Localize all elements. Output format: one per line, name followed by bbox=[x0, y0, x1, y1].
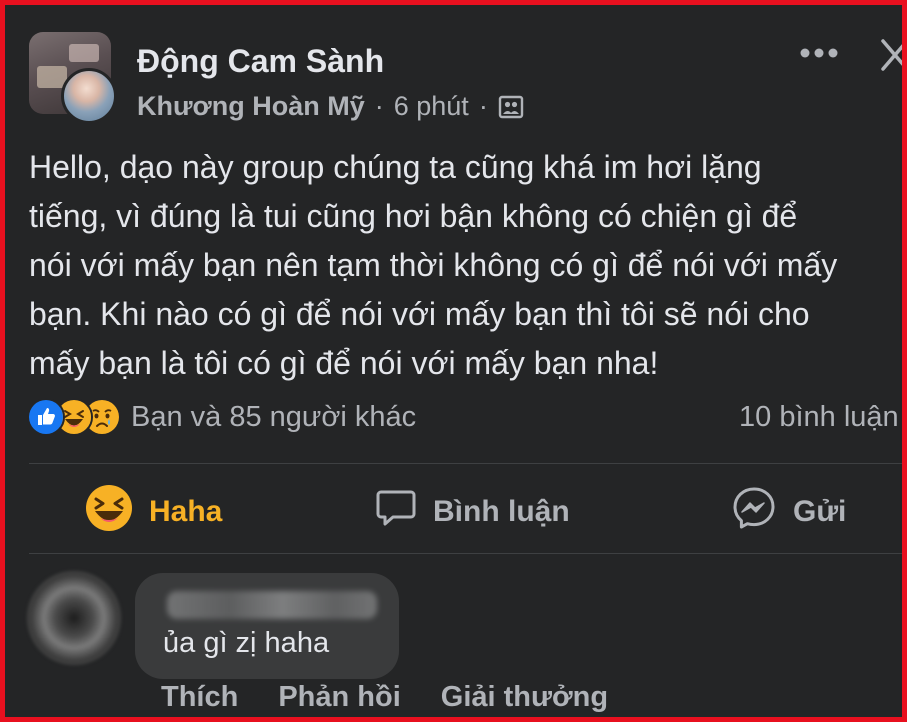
post-meta: Khương Hoàn Mỹ · 6 phút · bbox=[137, 91, 524, 122]
post-text-line: Hello, dạo này group chúng ta cũng khá i… bbox=[29, 149, 762, 185]
author-name[interactable]: Khương Hoàn Mỹ bbox=[137, 91, 365, 122]
post-body: Hello, dạo này group chúng ta cũng khá i… bbox=[29, 143, 902, 388]
haha-label: Haha bbox=[149, 495, 223, 528]
comment-label: Bình luận bbox=[433, 495, 570, 528]
group-name[interactable]: Động Cam Sành bbox=[137, 43, 384, 80]
meta-separator: · bbox=[374, 91, 384, 121]
more-icon[interactable] bbox=[797, 41, 841, 65]
meta-separator-2: · bbox=[478, 91, 488, 121]
comment-text: ủa gì zị haha bbox=[163, 627, 330, 659]
post-card: Động Cam Sành Khương Hoàn Mỹ · 6 phút · bbox=[5, 5, 902, 717]
commenter-avatar[interactable] bbox=[27, 571, 121, 665]
post-text-line: mấy bạn là tôi có gì để nói với mấy bạn … bbox=[29, 345, 659, 381]
haha-icon bbox=[85, 484, 133, 540]
comment-icon bbox=[375, 487, 417, 537]
reaction-summary[interactable]: Bạn và 85 người khác bbox=[131, 401, 416, 434]
comment-reply-button[interactable]: Phản hồi bbox=[278, 681, 400, 714]
comment-actions: Thích Phản hồi Giải thưởng bbox=[161, 681, 608, 714]
divider bbox=[29, 463, 902, 464]
send-button[interactable]: Gửi bbox=[731, 487, 846, 537]
reaction-bar[interactable]: Bạn và 85 người khác bbox=[27, 397, 416, 437]
post-text-line: tiếng, vì đúng là tui cũng hơi bận không… bbox=[29, 198, 798, 234]
comment-button[interactable]: Bình luận bbox=[375, 487, 570, 537]
comment-count[interactable]: 10 bình luận bbox=[739, 401, 899, 434]
divider bbox=[29, 553, 902, 554]
post-text-line: nói với mấy bạn nên tạm thời không có gì… bbox=[29, 247, 838, 283]
post-time[interactable]: 6 phút bbox=[394, 91, 469, 122]
members-icon bbox=[498, 94, 524, 120]
close-icon[interactable] bbox=[877, 35, 902, 75]
author-avatar[interactable] bbox=[61, 68, 117, 124]
commenter-name-blurred[interactable] bbox=[167, 591, 377, 619]
comment-like-button[interactable]: Thích bbox=[161, 681, 238, 714]
post-text-line: bạn. Khi nào có gì để nói với mấy bạn th… bbox=[29, 296, 810, 332]
send-label: Gửi bbox=[793, 495, 847, 528]
comment-bubble: ủa gì zị haha bbox=[135, 573, 399, 679]
comment-award-button[interactable]: Giải thưởng bbox=[441, 681, 608, 714]
haha-reaction-button[interactable]: Haha bbox=[85, 484, 223, 540]
messenger-icon bbox=[731, 485, 777, 539]
like-icon bbox=[27, 398, 65, 436]
